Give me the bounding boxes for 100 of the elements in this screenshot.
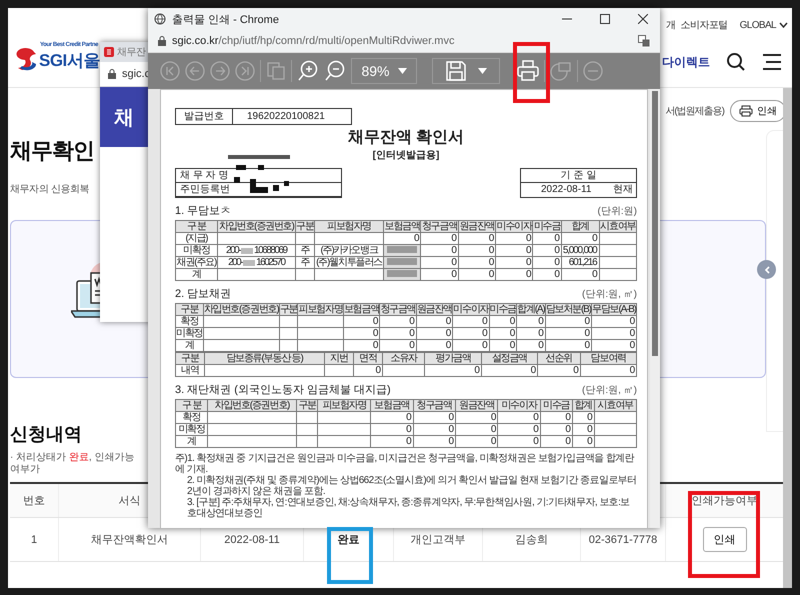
column-header: 소유자 [390, 353, 417, 364]
maximize-icon[interactable] [600, 14, 610, 24]
table-cell: 0 [490, 424, 496, 435]
lock-icon [108, 69, 116, 79]
logo-text[interactable]: SGI서울 [39, 48, 100, 72]
column-header: 담보처분(B) [546, 304, 591, 315]
table-cell: 0 [587, 436, 592, 447]
table-cell: 0 [538, 340, 543, 351]
print-button[interactable]: 인쇄 [702, 527, 746, 552]
table-cell: 0 [451, 269, 456, 280]
document-subtitle: [인터넷발급용] [372, 149, 440, 162]
column-header: 청구금액 [380, 304, 416, 315]
column-header: 미수금 [542, 400, 570, 411]
banner-title: 채 [114, 106, 134, 130]
table-cell: (지급) [185, 233, 208, 244]
table-cell: 200- [228, 257, 242, 268]
table-cell: 02-3671-7778 [588, 534, 658, 546]
column-header: 인쇄가능여부 [692, 494, 758, 508]
save-select[interactable] [432, 58, 500, 84]
status-text: 완료 [338, 533, 360, 547]
table-cell: 0 [526, 269, 530, 280]
column-header: 구분 [181, 353, 199, 364]
top-link[interactable]: 소비자포털 [680, 18, 728, 32]
table-cell: 0 [554, 269, 559, 280]
table-cell: 0 [482, 340, 487, 351]
table-cell: 2022-08-11 [224, 534, 280, 546]
table-cell: 0 [592, 233, 597, 244]
document-title: 채무잔액 확인서 [346, 128, 466, 148]
table-cell-text: 채무잔액확인서 [91, 533, 168, 547]
table-cell: 0 [406, 412, 411, 423]
column-header: 차입번호(증권번호) [204, 304, 278, 315]
unit-label: (단위:원, ㎡) [582, 384, 637, 397]
table-cell: 0 [451, 245, 456, 256]
chevron-down-icon [779, 22, 788, 28]
caret-icon [398, 68, 407, 74]
nav-link[interactable]: 다이렉트 [662, 54, 710, 70]
table-cell: (주)웰치투플러스 [316, 257, 382, 268]
table-cell: 0 [587, 412, 592, 423]
column-header: 평가금액 [436, 353, 471, 364]
print-icon[interactable] [517, 60, 539, 82]
table-cell: 확정 [182, 412, 200, 423]
column-header: 구분 [298, 400, 316, 411]
column-header: 차입번호(증권번호) [218, 221, 294, 232]
field-label: 발급번호 [176, 109, 233, 124]
table-cell: 0 [414, 233, 418, 244]
table-cell: 0 [630, 365, 634, 376]
scrollbar[interactable] [783, 88, 792, 588]
zoom-out-icon[interactable] [324, 60, 346, 82]
table-cell: 200- [226, 245, 240, 256]
table-cell: 0 [630, 340, 634, 351]
column-header: 보험금액 [384, 221, 420, 232]
table-cell: 0 [448, 436, 453, 447]
window-title: 출력물 인쇄 - Chrome [172, 12, 279, 26]
table-cell: 내역 [181, 365, 199, 376]
section-heading: 3. 재단채권 (외국인노동자 임금체불 대지급) [175, 383, 391, 397]
table-cell: 0 [526, 245, 530, 256]
top-link[interactable]: GLOBAL [740, 18, 788, 32]
print-icon [739, 105, 753, 117]
redaction-mark [243, 260, 256, 266]
table-cell: 미확정 [178, 424, 205, 435]
table-cell: 미확정 [183, 245, 210, 256]
table-cell: 0 [584, 340, 589, 351]
table-cell: 0 [448, 424, 453, 435]
table-cell: 0 [587, 424, 592, 435]
footnote: 주)1. 확정채권 중 기지급건은 원인금과 미수금을, 미지급건은 청구금액을, 미확정채권은 보험가입금액을 합계란에 기재. [175, 453, 636, 475]
column-header: 합계(A) [517, 304, 545, 315]
table-cell: 1602570 [256, 257, 285, 268]
zoom-in-icon[interactable] [297, 60, 319, 82]
column-header: 구 분 [182, 400, 202, 411]
table-cell: 0 [488, 269, 494, 280]
translate-icon[interactable] [638, 35, 650, 47]
menu-icon[interactable] [762, 53, 782, 71]
table-cell: 0 [533, 436, 538, 447]
table-cell: 0 [406, 424, 411, 435]
table-cell: 5,000,000 [562, 245, 597, 256]
table-cell-text: 김송희 [515, 533, 548, 547]
table-cell: 0 [451, 257, 456, 268]
table-cell: 0 [510, 316, 514, 327]
print-button[interactable]: 인쇄 [730, 100, 786, 122]
table-cell: 0 [488, 233, 494, 244]
site-icon [104, 47, 114, 57]
zoom-select[interactable]: 89% [351, 58, 417, 84]
column-header: 원금잔액 [416, 304, 452, 315]
search-icon[interactable] [726, 52, 746, 72]
column-header: 구분 [180, 304, 198, 315]
footnote: 3. [구분] 주:주채무자, 연:연대보증인, 채:상속채무자, 종:종류계약자, 무:무한책임사원, 기:기타채무자, 보호:보호대상연대보증인 [186, 497, 631, 519]
table-cell: 계 [187, 436, 196, 447]
table-cell: 0 [584, 316, 589, 327]
table-cell: 0 [372, 328, 378, 339]
table-cell: 0 [372, 316, 378, 327]
section-heading: 2. 담보채권 [175, 287, 232, 301]
table-cell: 0 [538, 316, 543, 327]
field-value: 2022-08-11 [541, 183, 592, 196]
chevron-left-icon [764, 266, 770, 274]
table-cell: 0 [375, 365, 380, 376]
table-cell: 0 [446, 316, 450, 327]
scrollbar-thumb[interactable] [652, 91, 658, 356]
top-link[interactable]: 개 [666, 18, 676, 32]
close-icon[interactable] [638, 14, 648, 24]
notice-text: · 처리상태가 완료, 인쇄가능 여부가 [10, 452, 136, 476]
